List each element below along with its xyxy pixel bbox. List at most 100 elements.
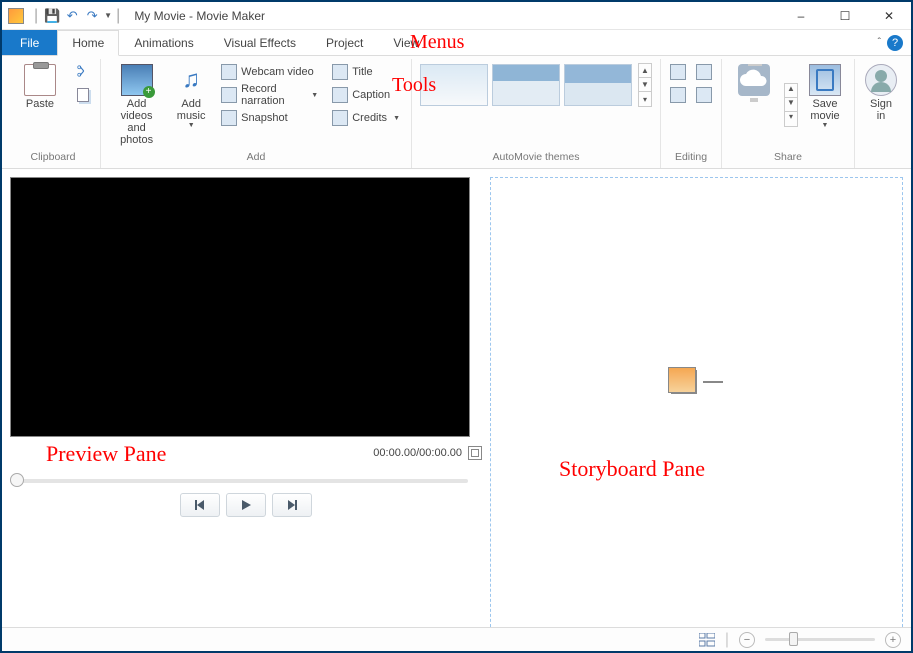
- clipboard-icon: [24, 64, 56, 96]
- theme-thumb-3[interactable]: [564, 64, 632, 106]
- gallery-up-button[interactable]: ▲: [639, 64, 651, 78]
- add-videos-label: Add videos and photos: [110, 98, 163, 146]
- collapse-ribbon-button[interactable]: ˆ: [878, 37, 881, 48]
- caption-label: Caption: [352, 89, 390, 101]
- share-gallery-more[interactable]: ▾: [785, 112, 797, 126]
- gallery-more-button[interactable]: ▾: [639, 92, 651, 106]
- theme-thumb-2[interactable]: [492, 64, 560, 106]
- zoom-in-button[interactable]: +: [885, 632, 901, 648]
- help-button[interactable]: ?: [887, 35, 903, 51]
- record-narration-button[interactable]: Record narration ▼: [216, 84, 323, 106]
- slider-thumb[interactable]: [10, 473, 24, 487]
- close-button[interactable]: ✕: [867, 2, 911, 30]
- webcam-video-button[interactable]: Webcam video: [216, 61, 323, 83]
- separator: |: [116, 7, 120, 25]
- group-label-themes: AutoMovie themes: [493, 149, 580, 166]
- credits-label: Credits: [352, 112, 387, 124]
- thumbnail-size-button[interactable]: [699, 633, 715, 647]
- tab-project[interactable]: Project: [311, 30, 378, 55]
- ribbon-group-share: ▲ ▼ ▾ Save movie ▼ Share: [722, 59, 855, 168]
- group-label-clipboard: Clipboard: [31, 149, 76, 166]
- camera-icon: [221, 110, 237, 126]
- menu-bar: File Home Animations Visual Effects Proj…: [2, 30, 911, 56]
- annotation-preview: Preview Pane: [46, 441, 166, 467]
- chevron-down-icon: ▼: [822, 122, 829, 129]
- play-button[interactable]: [226, 493, 266, 517]
- theme-gallery: ▲ ▼ ▾: [418, 61, 654, 109]
- title-label: Title: [352, 66, 372, 78]
- remove-icon: [696, 64, 712, 80]
- tab-home[interactable]: Home: [57, 30, 119, 56]
- microphone-icon: [221, 87, 237, 103]
- save-movie-icon: [809, 64, 841, 96]
- save-movie-button[interactable]: Save movie ▼: [802, 61, 848, 132]
- rotate-left-button[interactable]: [667, 61, 689, 83]
- narration-label: Record narration: [241, 83, 305, 107]
- preview-video[interactable]: [10, 177, 470, 437]
- cut-button[interactable]: [72, 61, 94, 83]
- signin-label: Sign in: [870, 98, 892, 122]
- paste-label: Paste: [26, 98, 54, 110]
- remove-button[interactable]: [693, 61, 715, 83]
- maximize-button[interactable]: ☐: [823, 2, 867, 30]
- timeline-slider[interactable]: [12, 479, 468, 483]
- person-icon: [865, 64, 897, 96]
- theme-gallery-scroll: ▲ ▼ ▾: [638, 63, 652, 107]
- timecode: 00:00.00/00:00.00: [373, 447, 462, 459]
- caption-button[interactable]: Caption: [327, 84, 405, 106]
- rotate-left-icon: [670, 64, 686, 80]
- play-controls: [10, 493, 482, 517]
- music-note-icon: ♫: [175, 64, 207, 96]
- qat-undo-button[interactable]: ↶: [62, 6, 82, 26]
- ribbon-group-editing: Editing: [661, 59, 722, 168]
- scissors-icon: [77, 65, 89, 80]
- next-frame-button[interactable]: [272, 493, 312, 517]
- snapshot-button[interactable]: Snapshot: [216, 107, 323, 129]
- rotate-right-icon: [670, 87, 686, 103]
- storyboard-pane[interactable]: Storyboard Pane: [490, 177, 903, 637]
- zoom-slider[interactable]: [765, 638, 875, 641]
- publish-button[interactable]: [728, 61, 780, 105]
- add-videos-photos-button[interactable]: Add videos and photos: [107, 61, 166, 149]
- ribbon-group-themes: ▲ ▼ ▾ AutoMovie themes: [412, 59, 661, 168]
- tab-animations[interactable]: Animations: [119, 30, 208, 55]
- zoom-slider-thumb[interactable]: [789, 632, 798, 646]
- rotate-right-button[interactable]: [667, 84, 689, 106]
- paste-button[interactable]: Paste: [12, 61, 68, 113]
- save-movie-label: Save movie: [810, 98, 839, 122]
- share-gallery-up[interactable]: ▲: [785, 84, 797, 98]
- title-icon: [332, 64, 348, 80]
- previous-frame-button[interactable]: [180, 493, 220, 517]
- qat-redo-button[interactable]: ↷: [82, 6, 102, 26]
- qat-customize-dropdown[interactable]: ▼: [104, 11, 112, 20]
- ribbon: Tools Paste Clipboard Add videos and pho…: [2, 56, 911, 169]
- workspace: Preview Pane 00:00.00/00:00.00 Storyboar…: [2, 169, 911, 645]
- tab-visual-effects[interactable]: Visual Effects: [209, 30, 311, 55]
- annotation-storyboard: Storyboard Pane: [559, 456, 705, 482]
- share-gallery-down[interactable]: ▼: [785, 98, 797, 112]
- group-label-add: Add: [247, 149, 266, 166]
- gallery-down-button[interactable]: ▼: [639, 78, 651, 92]
- theme-thumb-1[interactable]: [420, 64, 488, 106]
- ribbon-group-add: Add videos and photos ♫ Add music ▼ Webc…: [101, 59, 412, 168]
- file-menu[interactable]: File: [2, 30, 57, 55]
- add-music-label: Add music: [177, 98, 206, 122]
- sign-in-button[interactable]: Sign in: [861, 61, 901, 125]
- minimize-button[interactable]: –: [779, 2, 823, 30]
- credits-button[interactable]: Credits ▼: [327, 107, 405, 129]
- placeholder-line: [703, 381, 723, 383]
- copy-button[interactable]: [72, 84, 94, 106]
- zoom-out-button[interactable]: −: [739, 632, 755, 648]
- select-all-button[interactable]: [693, 84, 715, 106]
- chevron-down-icon: ▼: [393, 115, 400, 122]
- title-button[interactable]: Title: [327, 61, 405, 83]
- chevron-down-icon: ▼: [311, 92, 318, 99]
- group-label-signin: [880, 149, 883, 166]
- credits-icon: [332, 110, 348, 126]
- tab-view[interactable]: View: [378, 30, 434, 55]
- qat-save-button[interactable]: 💾: [42, 6, 62, 26]
- cloud-icon: [738, 64, 770, 96]
- add-music-button[interactable]: ♫ Add music ▼: [170, 61, 212, 132]
- fullscreen-button[interactable]: [468, 446, 482, 460]
- caption-icon: [332, 87, 348, 103]
